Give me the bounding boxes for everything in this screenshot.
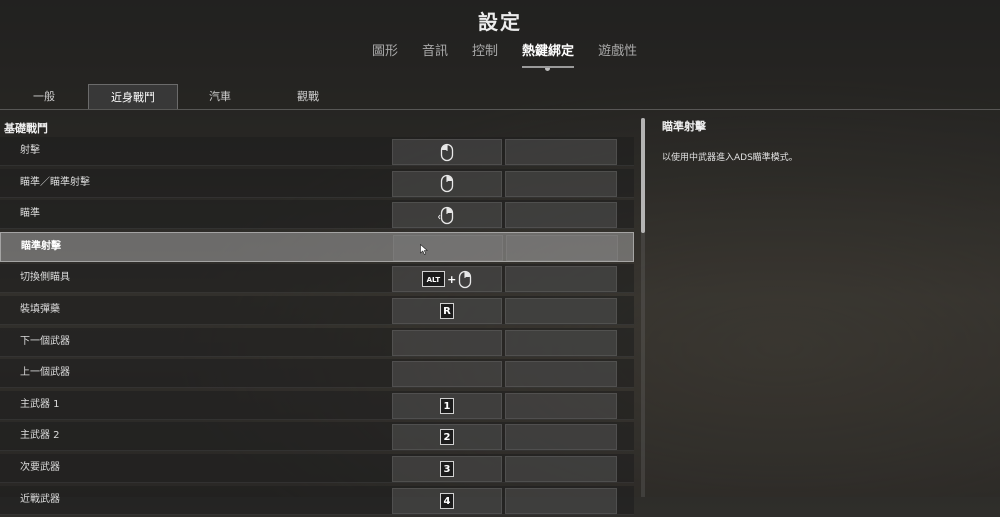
binding-row-prev-weapon[interactable]: 上一個武器 (0, 359, 634, 389)
main-tab-bar: 圖形 音訊 控制 熱鍵綁定 遊戲性 (360, 42, 649, 71)
binding-label: 主武器 1 (20, 398, 60, 410)
secondary-key-slot[interactable] (505, 297, 617, 324)
primary-key-slot[interactable] (392, 202, 502, 229)
binding-row-fire[interactable]: 射擊 (0, 137, 634, 166)
secondary-key-slot[interactable] (505, 266, 617, 293)
subtab-vehicle[interactable]: 汽車 (176, 84, 264, 109)
binding-row-reload[interactable]: 裝填彈藥 R (0, 295, 634, 325)
key-cap: 2 (440, 429, 454, 446)
subtab-spectate[interactable]: 觀戰 (264, 84, 352, 109)
description-text: 以使用中武器進入ADS瞄準模式。 (662, 153, 798, 163)
secondary-key-slot[interactable] (505, 202, 617, 229)
secondary-key-slot[interactable] (505, 329, 617, 356)
key-cap: R (440, 302, 454, 319)
key-cap: 3 (440, 460, 454, 477)
sub-tab-bar: 一般 近身戰鬥 汽車 觀戰 (0, 84, 1000, 110)
secondary-key-slot[interactable] (505, 455, 617, 482)
binding-label: 切換側瞄具 (20, 272, 70, 284)
binding-row-primary-1[interactable]: 主武器 1 1 (0, 390, 634, 420)
alt-key: ALT (421, 271, 446, 288)
section-title: 基礎戰鬥 (4, 122, 48, 135)
binding-label: 裝填彈藥 (20, 303, 60, 315)
tab-gameplay[interactable]: 遊戲性 (586, 42, 649, 62)
secondary-key-slot[interactable] (505, 361, 617, 388)
key-cap: 1 (440, 397, 454, 414)
subtab-general[interactable]: 一般 (0, 84, 88, 109)
binding-label: 次要武器 (20, 461, 60, 473)
primary-key-slot[interactable] (392, 170, 502, 197)
binding-list: 射擊 瞄準／瞄準射擊 瞄準 瞄準射擊 切換側瞄具 ALT + 裝填彈藥 R 下一… (0, 137, 634, 517)
primary-key-slot[interactable]: ALT + (392, 266, 502, 293)
primary-key-slot[interactable]: 2 (392, 424, 502, 451)
binding-label: 瞄準 (20, 208, 40, 220)
binding-label: 瞄準射擊 (21, 240, 61, 252)
tab-graphics[interactable]: 圖形 (360, 42, 410, 62)
secondary-key-slot[interactable] (505, 487, 617, 514)
primary-key-slot[interactable]: 4 (392, 487, 502, 514)
primary-key-slot[interactable]: 1 (392, 392, 502, 419)
secondary-key-slot[interactable] (505, 139, 617, 165)
subtab-combat[interactable]: 近身戰鬥 (88, 84, 178, 109)
binding-row-toggle-side-sight[interactable]: 切換側瞄具 ALT + (0, 264, 634, 294)
secondary-key-slot[interactable] (505, 424, 617, 451)
tab-controls[interactable]: 控制 (460, 42, 510, 62)
binding-row-melee[interactable]: 近戰武器 4 (0, 485, 634, 515)
binding-row-secondary[interactable]: 次要武器 3 (0, 453, 634, 483)
binding-row-next-weapon[interactable]: 下一個武器 (0, 327, 634, 357)
primary-key-slot[interactable] (392, 139, 502, 165)
primary-key-slot[interactable]: R (392, 297, 502, 324)
secondary-key-slot[interactable] (505, 170, 617, 197)
page-title: 設定 (478, 10, 522, 34)
primary-key-slot[interactable] (392, 361, 502, 388)
tab-audio[interactable]: 音訊 (410, 42, 460, 62)
binding-row-aim-or-ads[interactable]: 瞄準／瞄準射擊 (0, 168, 634, 198)
scrollbar-thumb[interactable] (641, 118, 645, 233)
plus-sign: + (447, 272, 457, 286)
binding-label: 瞄準／瞄準射擊 (20, 176, 90, 188)
binding-label: 射擊 (20, 145, 40, 156)
binding-label: 近戰武器 (20, 493, 60, 505)
tab-keybindings[interactable]: 熱鍵綁定 (510, 42, 586, 71)
description-title: 瞄準射擊 (662, 120, 706, 133)
binding-row-aim[interactable]: 瞄準 (0, 200, 634, 230)
mouse-left-icon (440, 143, 454, 162)
secondary-key-slot[interactable] (506, 234, 618, 261)
mouse-right-icon (440, 174, 454, 193)
binding-row-primary-2[interactable]: 主武器 2 2 (0, 422, 634, 452)
binding-label: 主武器 2 (20, 430, 60, 442)
cursor-icon (420, 240, 428, 259)
secondary-key-slot[interactable] (505, 392, 617, 419)
primary-key-slot[interactable] (393, 234, 503, 261)
mouse-right-icon (458, 270, 472, 289)
binding-row-ads-fire[interactable]: 瞄準射擊 (0, 231, 634, 262)
primary-key-slot[interactable]: 3 (392, 455, 502, 482)
binding-label: 上一個武器 (20, 367, 70, 379)
primary-key-slot[interactable] (392, 329, 502, 356)
mouse-right-hold-icon (438, 206, 456, 225)
key-cap: 4 (440, 492, 454, 509)
binding-label: 下一個武器 (20, 335, 70, 347)
